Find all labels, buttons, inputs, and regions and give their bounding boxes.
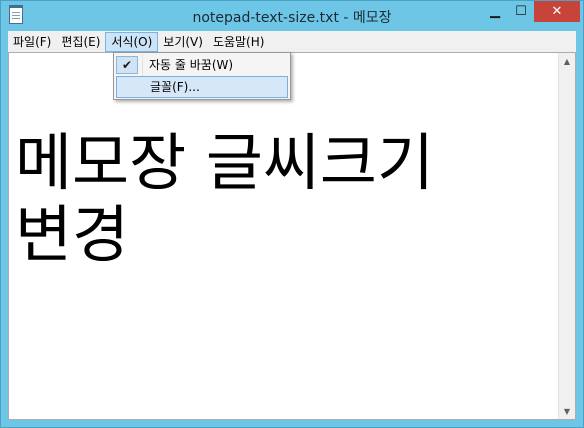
menu-view[interactable]: 보기(V) <box>158 32 208 52</box>
menu-edit[interactable]: 편집(E) <box>56 32 105 52</box>
menu-item-font[interactable]: 글꼴(F)... <box>116 76 288 98</box>
menu-bar: 파일(F) 편집(E) 서식(O) 보기(V) 도움말(H) <box>8 31 576 52</box>
minimize-button[interactable]: ▁ <box>482 1 508 22</box>
format-dropdown-menu: ✔ 자동 줄 바꿈(W) 글꼴(F)... <box>113 52 291 100</box>
vertical-scrollbar[interactable]: ▲ ▼ <box>558 53 575 419</box>
editor-line-2: 변경 <box>15 198 130 271</box>
scroll-down-arrow-icon[interactable]: ▼ <box>559 403 575 419</box>
close-button[interactable]: ✕ <box>534 1 580 22</box>
notepad-window: notepad-text-size.txt - 메모장 ▁ ☐ ✕ 파일(F) … <box>0 0 584 428</box>
menu-help[interactable]: 도움말(H) <box>208 32 270 52</box>
editor-content[interactable]: 메모장 글씨크기 변경 <box>15 127 545 271</box>
editor-line-1: 메모장 글씨크기 <box>15 126 434 199</box>
menu-file[interactable]: 파일(F) <box>8 32 56 52</box>
menu-item-word-wrap[interactable]: 자동 줄 바꿈(W) <box>116 54 288 76</box>
text-editor-area[interactable]: 메모장 글씨크기 변경 ▲ ▼ <box>8 52 576 420</box>
scroll-up-arrow-icon[interactable]: ▲ <box>559 53 575 69</box>
menu-format[interactable]: 서식(O) <box>105 31 159 52</box>
title-bar[interactable]: notepad-text-size.txt - 메모장 ▁ ☐ ✕ <box>1 1 583 31</box>
maximize-button[interactable]: ☐ <box>508 1 534 22</box>
